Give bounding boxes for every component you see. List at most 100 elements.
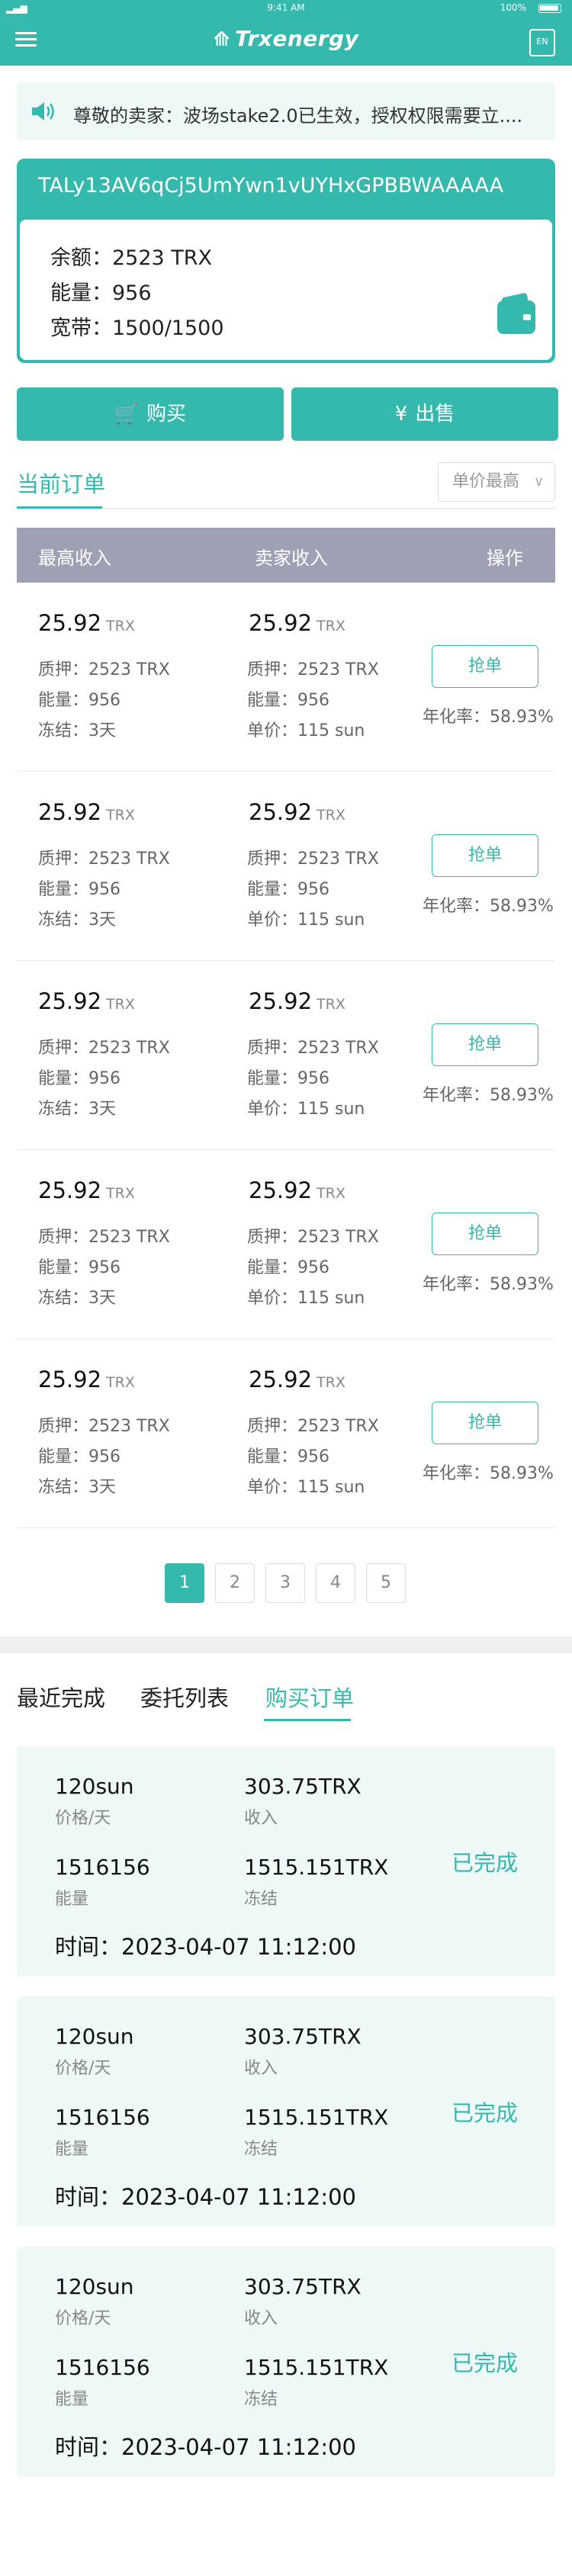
balance: 余额：2523 TRX bbox=[50, 246, 213, 270]
freeze: 1515.151TRX bbox=[244, 2355, 389, 2380]
freeze-days: 冻结：3天 bbox=[38, 911, 116, 930]
energy: 1516156 bbox=[55, 2105, 150, 2130]
page-2[interactable]: 2 bbox=[215, 1563, 255, 1603]
energy: 能量：956 bbox=[247, 1069, 329, 1088]
annual-rate: 年化率：58.93% bbox=[423, 1464, 554, 1483]
grab-order-button[interactable]: 抢单 bbox=[432, 1213, 538, 1255]
brand-logo: ⟰ Trxenergy bbox=[0, 26, 572, 51]
account-details: 余额：2523 TRX 能量：956 宽带：1500/1500 bbox=[20, 220, 552, 360]
tab-purchase-orders[interactable]: 购买订单 bbox=[265, 1681, 354, 1713]
table-row: 25.92 TRX 25.92 TRX 质押：2523 TRX 能量：956 冻结：… bbox=[17, 772, 555, 961]
seller-income: 25.92 TRX bbox=[249, 1367, 345, 1392]
pledge: 质押：2523 TRX bbox=[38, 1228, 170, 1247]
status-time: 9:41 AM bbox=[267, 2, 305, 13]
income: 303.75TRX bbox=[244, 2274, 362, 2299]
tab-delegation-list[interactable]: 委托列表 bbox=[140, 1681, 229, 1713]
freeze-days: 冻结：3天 bbox=[38, 1478, 116, 1497]
energy: 能量：956 bbox=[38, 1258, 121, 1277]
status-badge: 已完成 bbox=[451, 2350, 519, 2376]
energy: 能量：956 bbox=[247, 691, 329, 710]
notice-text: 尊敬的卖家：波场stake2.0已生效，授权权限需要立.... bbox=[73, 105, 523, 127]
buy-button[interactable]: 🛒 购买 bbox=[17, 387, 284, 441]
price-per-day: 120sun bbox=[55, 2274, 134, 2299]
pledge: 质押：2523 TRX bbox=[247, 1228, 379, 1247]
logo-icon: ⟰ bbox=[213, 28, 230, 51]
energy-label: 能量 bbox=[55, 1890, 89, 1909]
grab-order-button[interactable]: 抢单 bbox=[432, 1023, 538, 1066]
annual-rate: 年化率：58.93% bbox=[423, 1275, 554, 1294]
energy: 1516156 bbox=[55, 2355, 150, 2380]
income: 303.75TRX bbox=[244, 2024, 362, 2049]
grab-order-button[interactable]: 抢单 bbox=[432, 1402, 538, 1444]
timestamp: 时间：2023-04-07 11:12:00 bbox=[55, 1934, 356, 1960]
freeze-label: 冻结 bbox=[244, 2140, 278, 2159]
page-4[interactable]: 4 bbox=[316, 1563, 355, 1603]
energy-label: 能量 bbox=[55, 2390, 89, 2409]
account-card: TALy13AV6qCj5UmYwn1vUYHxGPBBWAAAAA 余额：25… bbox=[17, 159, 555, 363]
yuan-icon: ¥ bbox=[394, 403, 408, 426]
history-card: 120sun 价格/天 303.75TRX 收入 1516156 能量 1515… bbox=[17, 1996, 555, 2227]
energy: 能量：956 bbox=[50, 281, 152, 305]
page-5[interactable]: 5 bbox=[366, 1563, 406, 1603]
status-bar: ▂▄▆ 9:41 AM 100% bbox=[0, 0, 572, 15]
freeze-days: 冻结：3天 bbox=[38, 721, 116, 740]
header-seller-income: 卖家收入 bbox=[255, 548, 328, 569]
table-row: 25.92 TRX 25.92 TRX 质押：2523 TRX 能量：956 冻结：… bbox=[17, 583, 555, 772]
max-income: 25.92 TRX bbox=[38, 610, 135, 636]
seller-income: 25.92 TRX bbox=[249, 610, 345, 636]
bandwidth: 宽带：1500/1500 bbox=[50, 316, 224, 340]
unit-price: 单价：115 sun bbox=[247, 911, 365, 930]
wallet-icon[interactable] bbox=[497, 300, 535, 334]
energy: 能量：956 bbox=[38, 1069, 121, 1088]
notice-bar[interactable]: 尊敬的卖家：波场stake2.0已生效，授权权限需要立.... bbox=[17, 82, 555, 140]
header-max-income: 最高收入 bbox=[38, 548, 111, 569]
energy-label: 能量 bbox=[55, 2140, 89, 2159]
page-1[interactable]: 1 bbox=[165, 1563, 204, 1603]
grab-order-button[interactable]: 抢单 bbox=[432, 645, 538, 688]
tab-indicator bbox=[264, 1719, 351, 1721]
energy: 能量：956 bbox=[247, 1447, 329, 1466]
energy: 能量：956 bbox=[38, 880, 121, 899]
pledge: 质押：2523 TRX bbox=[247, 850, 379, 869]
unit-price: 单价：115 sun bbox=[247, 1289, 365, 1308]
annual-rate: 年化率：58.93% bbox=[423, 897, 554, 916]
chevron-down-icon: ∨ bbox=[533, 474, 544, 490]
freeze-days: 冻结：3天 bbox=[38, 1289, 116, 1308]
table-header: 最高收入 卖家收入 操作 bbox=[17, 528, 555, 583]
page-3[interactable]: 3 bbox=[265, 1563, 305, 1603]
sort-dropdown[interactable]: 单价最高 ∨ bbox=[438, 462, 555, 502]
max-income: 25.92 TRX bbox=[38, 988, 135, 1014]
income-label: 收入 bbox=[244, 2309, 278, 2328]
battery-percent: 100% bbox=[500, 2, 526, 13]
freeze-days: 冻结：3天 bbox=[38, 1100, 116, 1119]
buy-label: 购买 bbox=[146, 403, 187, 426]
energy: 能量：956 bbox=[38, 1447, 121, 1466]
tab-current-orders[interactable]: 当前订单 bbox=[17, 467, 105, 499]
table-row: 25.92 TRX 25.92 TRX 质押：2523 TRX 能量：956 冻结：… bbox=[17, 1339, 555, 1528]
freeze: 1515.151TRX bbox=[244, 2105, 389, 2130]
language-icon[interactable]: EN bbox=[529, 29, 555, 56]
max-income: 25.92 TRX bbox=[38, 799, 135, 825]
energy: 能量：956 bbox=[247, 1258, 329, 1277]
annual-rate: 年化率：58.93% bbox=[423, 1086, 554, 1105]
sell-label: 出售 bbox=[415, 403, 455, 426]
app-header: ▂▄▆ 9:41 AM 100% ⟰ Trxenergy EN bbox=[0, 0, 572, 66]
sort-label: 单价最高 bbox=[452, 472, 520, 491]
table-row: 25.92 TRX 25.92 TRX 质押：2523 TRX 能量：956 冻结：… bbox=[17, 1150, 555, 1339]
pledge: 质押：2523 TRX bbox=[247, 660, 379, 679]
pledge: 质押：2523 TRX bbox=[38, 850, 170, 869]
sell-button[interactable]: ¥ 出售 bbox=[291, 387, 558, 441]
price-label: 价格/天 bbox=[55, 1809, 111, 1828]
energy: 能量：956 bbox=[38, 691, 121, 710]
cart-icon: 🛒 bbox=[114, 403, 140, 426]
unit-price: 单价：115 sun bbox=[247, 1478, 365, 1497]
freeze-label: 冻结 bbox=[244, 1890, 278, 1909]
income-label: 收入 bbox=[244, 2059, 278, 2078]
income-label: 收入 bbox=[244, 1809, 278, 1828]
timestamp: 时间：2023-04-07 11:12:00 bbox=[55, 2184, 356, 2210]
table-row: 25.92 TRX 25.92 TRX 质押：2523 TRX 能量：956 冻结：… bbox=[17, 961, 555, 1150]
tab-recent-complete[interactable]: 最近完成 bbox=[17, 1681, 105, 1713]
grab-order-button[interactable]: 抢单 bbox=[432, 834, 538, 877]
max-income: 25.92 TRX bbox=[38, 1177, 135, 1203]
pledge: 质押：2523 TRX bbox=[247, 1417, 379, 1436]
